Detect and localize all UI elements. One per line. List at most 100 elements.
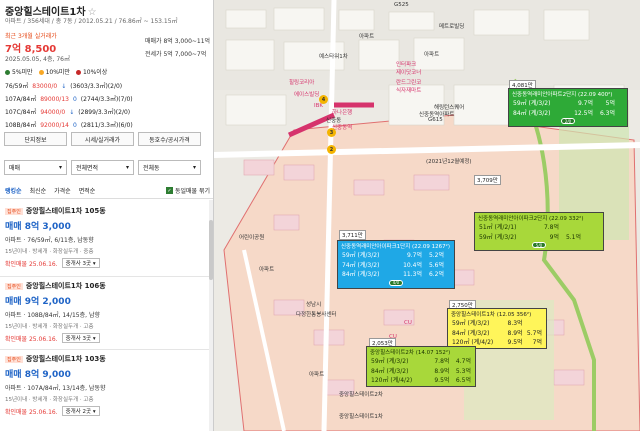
filter-label: 전체면적	[76, 165, 99, 172]
listing-item[interactable]: 집주인 중앙힐스테이트1차 106동 매매 9억 2,000 아파트 · 108B/8…	[5, 281, 209, 343]
complex-box-cell: 5.6억	[428, 261, 444, 269]
confirm-date: 확인매물 25.06.16.	[5, 335, 58, 343]
recent-trade-price: 7억 8,500	[5, 44, 57, 55]
complex-box-cell: 5억	[605, 100, 615, 107]
complex-box-cell: 59㎡ (계/3/2)	[479, 233, 517, 241]
complex-box-cell: 84㎡ (계/3/2)	[342, 271, 380, 278]
listing-count-pill[interactable]: 5/0	[532, 242, 546, 248]
chevron-down-icon: ▾	[58, 164, 62, 171]
listing-item[interactable]: 집주인 중앙힐스테이트1차 105동 매매 8억 3,000 아파트 · 76/59㎡…	[5, 206, 209, 268]
same-listing-toggle[interactable]: ✓ 동일매물 묶기	[165, 186, 210, 195]
sort-option[interactable]: 가격순	[54, 186, 71, 195]
legend-dot-icon	[5, 70, 10, 75]
price-change-icon: 0	[72, 122, 77, 129]
agent-count-button[interactable]: 중개사 3곳 ▾	[61, 258, 100, 268]
listing-header: 집주인 중앙힐스테이트1차 103동	[5, 354, 209, 364]
area-price-list: 76/59㎡ 83000/0 ↓ (3603/3.3㎡)(2/0) 107A/84㎡ 89…	[5, 80, 133, 132]
map-label: 예스타워1차	[319, 54, 348, 60]
listing-item[interactable]: 집주인 중앙힐스테이트1차 103동 매매 8억 9,000 아파트 · 107A/8…	[5, 354, 209, 416]
tab-button[interactable]: 단지정보	[4, 132, 67, 146]
checkbox-checked-icon[interactable]: ✓	[165, 187, 173, 194]
complex-box-title: 신중동역래미안아이파크1단지 (22.09 1267²)	[341, 244, 451, 250]
sort-bar: 랭킹순 최신순 가격순 면적순 ✓ 동일매물 묶기	[5, 186, 210, 195]
map-label: 란드그린코	[396, 80, 422, 86]
legend-label: 10%이상	[82, 69, 108, 76]
area-price: 94000/0	[40, 109, 66, 116]
map-label: 아파트	[359, 34, 375, 40]
map-label: 하나은행	[332, 110, 353, 116]
tab-button[interactable]: 시세/실거래가	[71, 132, 134, 146]
complex-box-row: 59㎡ (계/3/2) 8.3억	[448, 319, 546, 329]
sort-option[interactable]: 면적순	[79, 186, 96, 195]
listing-tags: 15년이내 · 방세개 · 화장실두개 · 중층	[5, 249, 94, 255]
chevron-down-icon: ▾	[192, 164, 196, 171]
complex-price-box[interactable]: 중앙힐스테이트2차 (14.07 152²) 59㎡ (계/3/2) 7.8억 4.7…	[366, 346, 476, 387]
complex-box-cell: 6.2억	[428, 271, 444, 278]
complex-box-title: 신중동역래미안아이파크2단지 (22.09 332²)	[478, 216, 584, 222]
area-price: 83000/0	[32, 83, 58, 90]
price-per-area-pin[interactable]: 3,711만	[339, 230, 366, 240]
filter-select[interactable]: 전체면적 ▾	[71, 160, 134, 175]
complex-box-row: 59㎡ (계/3/2) 9억 5.1억	[475, 233, 603, 243]
area-detail: (2899/3.3㎡)(2/0)	[78, 109, 131, 116]
complex-box-row: 84㎡ (계/3/2) 12.5억 6.3억	[509, 109, 627, 119]
listing-footer: 확인매물 25.06.16. 중개사 3곳 ▾	[5, 258, 209, 268]
area-price-row[interactable]: 107A/84㎡ 89000/13 0 (2744/3.3㎡)(7/0)	[5, 93, 133, 106]
agent-count-button[interactable]: 중개사 3곳 ▾	[61, 333, 100, 343]
complex-box-cell: 6.5억	[455, 377, 471, 384]
listing-filters: 매매 ▾ 전체면적 ▾ 전체동 ▾	[4, 160, 201, 175]
agent-count-button[interactable]: 중개사 2곳 ▾	[61, 406, 100, 416]
listing-tags: 15년이내 · 방세개 · 화장실두개 · 고층	[5, 397, 94, 403]
area-price-row[interactable]: 76/59㎡ 83000/0 ↓ (3603/3.3㎡)(2/0)	[5, 80, 133, 93]
scrollbar[interactable]	[209, 200, 213, 431]
complex-box-cell: 9.5억	[507, 339, 523, 346]
complex-box-cell: 74㎡ (계/3/2)	[342, 261, 380, 269]
complex-box-cell: 5.1억	[565, 233, 581, 241]
complex-price-box[interactable]: 중앙힐스테이트1차 (12.05 356²) 59㎡ (계/3/2) 8.3억 84㎡…	[447, 308, 547, 349]
complex-box-cell: 51㎡ (계/2/1)	[479, 224, 517, 231]
listing-separator	[0, 276, 213, 277]
filter-select[interactable]: 매매 ▾	[4, 160, 67, 175]
complex-price-box[interactable]: 신중동역래미안아이파크1단지 (22.09 1267²) 59㎡ (계/3/2) 9…	[337, 240, 455, 289]
same-listing-label: 동일매물 묶기	[174, 188, 210, 195]
complex-price-box[interactable]: 신중동역래미안아파트2단지 (22.09 400²) 59㎡ (계/3/2) 9.7…	[508, 88, 628, 127]
sort-option[interactable]: 랭킹순	[5, 186, 22, 195]
info-tabs: 단지정보 시세/실거래가 동호수/공시가격	[4, 132, 201, 146]
legend-item: 10%이상	[75, 67, 108, 76]
subway-exit-icon[interactable]: 3	[327, 128, 336, 137]
legend-item: 5%미만	[5, 67, 33, 76]
complex-box-row: 51㎡ (계/2/1) 7.8억	[475, 223, 603, 233]
legend-label: 10%미만	[45, 69, 70, 76]
complex-box-row: 84㎡ (계/3/2) 8.9억 5.3억	[367, 367, 475, 377]
subway-exit-icon[interactable]: 4	[319, 95, 328, 104]
owner-badge: 집주인	[5, 355, 23, 363]
complex-box-title: 중앙힐스테이트1차 (12.05 356²)	[451, 312, 532, 318]
price-change-icon: ↓	[69, 109, 75, 116]
scrollbar-thumb[interactable]	[209, 220, 213, 280]
chevron-down-icon: ▾	[125, 164, 129, 171]
listing-header: 집주인 중앙힐스테이트1차 106동	[5, 281, 209, 291]
map-label: 신중동	[326, 118, 342, 124]
area-price-row[interactable]: 107C/84㎡ 94000/0 ↓ (2899/3.3㎡)(2/0)	[5, 106, 133, 119]
map-view[interactable]: G525 아파트 아파트 예스타워1차 메트로빌딩 신중동역 IBK 하나은행 힐링코리아 에이스…	[214, 0, 640, 431]
complex-box-cell: 59㎡ (계/3/2)	[452, 320, 490, 327]
listing-footer: 확인매물 25.06.16. 중개사 3곳 ▾	[5, 333, 209, 343]
price-per-area-pin[interactable]: 3,709만	[474, 175, 501, 185]
complex-box-cell: 7.8억	[543, 224, 559, 231]
filter-select[interactable]: 전체동 ▾	[138, 160, 201, 175]
listing-count-pill[interactable]: 4/0	[389, 279, 403, 286]
complex-price-box[interactable]: 신중동역래미안아이파크2단지 (22.09 332²) 51㎡ (계/2/1) 7.…	[474, 212, 604, 251]
complex-box-cell: 84㎡ (계/3/2)	[452, 329, 490, 337]
complex-box-cell: 8.9억	[507, 329, 523, 337]
area-price-row[interactable]: 108B/84㎡ 92000/14 0 (2811/3.3㎡)(6/0)	[5, 119, 133, 132]
subway-exit-icon[interactable]: 2	[327, 145, 336, 154]
map-label: 아파트	[309, 372, 325, 378]
map-label: 제이닷코너	[396, 70, 422, 76]
tab-button[interactable]: 동호수/공시가격	[138, 132, 201, 146]
sort-option[interactable]: 최신순	[30, 186, 47, 195]
listing-count-pill[interactable]: 2/0	[561, 118, 575, 124]
area-detail: (3603/3.3㎡)(2/0)	[70, 83, 123, 90]
area-detail: (2811/3.3㎡)(6/0)	[80, 122, 133, 129]
legend-label: 5%미만	[12, 69, 33, 76]
map-label: 중앙힐스테이트2차	[339, 392, 383, 398]
